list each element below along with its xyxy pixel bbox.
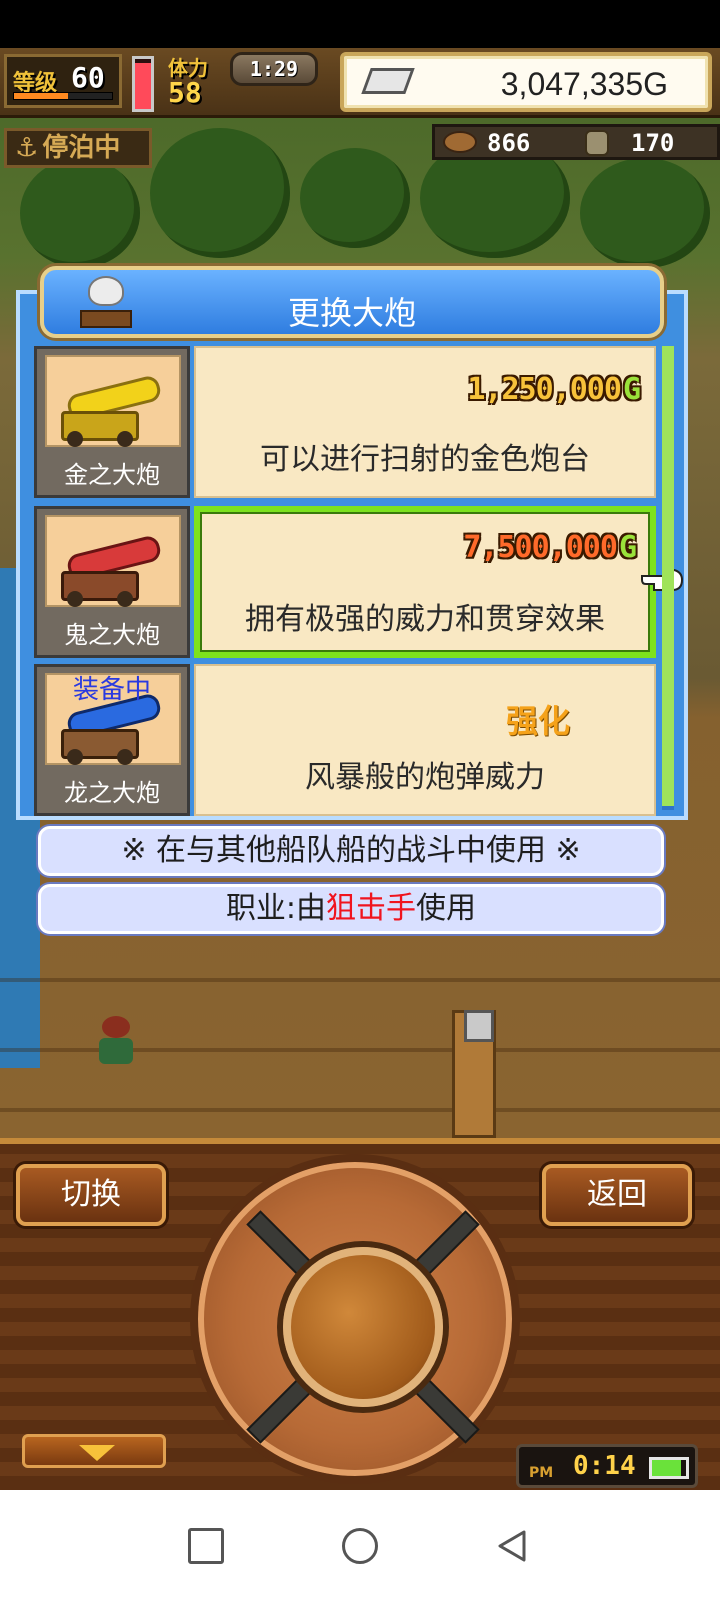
anchor-icon: ⚓ bbox=[15, 133, 39, 163]
clock-time: 0:14 bbox=[573, 1451, 636, 1481]
gold-cannon-icon bbox=[45, 355, 181, 447]
dialog-title: 更换大炮 bbox=[287, 294, 416, 332]
dpad[interactable] bbox=[190, 1154, 520, 1484]
scroll-thumb[interactable] bbox=[662, 346, 674, 806]
cannon-info[interactable]: 1,250,000G 可以进行扫射的金色炮台 bbox=[194, 346, 656, 498]
cannon-description: 风暴般的炮弹威力 bbox=[305, 760, 545, 795]
gold-bar-icon bbox=[361, 68, 415, 94]
cannon-price: 1,250,000G bbox=[467, 372, 641, 407]
deck-plank bbox=[0, 1108, 720, 1112]
cannon-thumb[interactable]: 装备中 龙之大炮 bbox=[34, 664, 190, 816]
mast-cap bbox=[464, 1010, 494, 1042]
menu-down-button[interactable] bbox=[22, 1434, 166, 1468]
dpad-center-button[interactable] bbox=[283, 1247, 443, 1407]
stamina-value: 58 bbox=[168, 76, 202, 109]
gold-value: 3,047,335G bbox=[500, 66, 668, 102]
demon-cannon-icon bbox=[45, 515, 181, 607]
status-bar bbox=[0, 0, 720, 48]
moored-label: 停泊中 bbox=[42, 133, 121, 163]
control-panel: 切换 返回 PM 0:14 bbox=[0, 1138, 720, 1490]
tree bbox=[150, 128, 290, 258]
system-navbar bbox=[0, 1490, 720, 1600]
clock-period: PM bbox=[529, 1465, 554, 1481]
cannon-name: 龙之大炮 bbox=[64, 779, 160, 807]
equipped-label: 装备中 bbox=[72, 675, 151, 705]
cannon-description: 可以进行扫射的金色炮台 bbox=[260, 442, 590, 477]
cannon-row-dragon[interactable]: 装备中 龙之大炮 强化 风暴般的炮弹威力 bbox=[34, 664, 660, 816]
game-clock: PM 0:14 bbox=[516, 1444, 698, 1488]
cannon-name: 鬼之大炮 bbox=[64, 621, 160, 649]
cannon-row-demon[interactable]: 鬼之大炮 7,500,000G 拥有极强的威力和贯穿效果 bbox=[34, 506, 660, 658]
usage-note: ※ 在与其他船队船的战斗中使用 ※ bbox=[38, 826, 664, 876]
resource-bar: 866 170 bbox=[432, 124, 720, 160]
level-box: 等级 60 bbox=[4, 54, 122, 108]
pirate-character[interactable] bbox=[96, 1016, 136, 1070]
game-timer: 1:29 bbox=[230, 52, 318, 86]
log-icon bbox=[443, 131, 477, 153]
gold-panel: 3,047,335G bbox=[340, 52, 712, 112]
tree bbox=[300, 148, 410, 248]
tree bbox=[20, 158, 140, 268]
battery-icon bbox=[649, 1457, 689, 1479]
resource1-value: 866 bbox=[487, 129, 531, 157]
triangle-down-icon bbox=[79, 1445, 115, 1461]
resource2-value: 170 bbox=[631, 129, 675, 157]
cannon-price: 7,500,000G bbox=[463, 530, 637, 565]
job-highlight: 狙击手 bbox=[326, 891, 417, 926]
level-progress-bar bbox=[13, 92, 113, 100]
job-suffix: 使用 bbox=[416, 891, 477, 926]
top-hud: 等级 60 体力 58 1:29 3,047,335G bbox=[0, 48, 720, 118]
recent-apps-button[interactable] bbox=[188, 1528, 224, 1564]
tree bbox=[580, 158, 710, 268]
cannon-name: 金之大炮 bbox=[64, 461, 160, 489]
home-button[interactable] bbox=[342, 1528, 378, 1564]
cannon-thumb[interactable]: 鬼之大炮 bbox=[34, 506, 190, 658]
back-button[interactable]: 返回 bbox=[542, 1164, 692, 1226]
job-note: 职业:由狙击手使用 bbox=[38, 884, 664, 934]
cannon-row-gold[interactable]: 金之大炮 1,250,000G 可以进行扫射的金色炮台 bbox=[34, 346, 660, 498]
stamina-bar bbox=[132, 56, 154, 112]
deck-plank bbox=[0, 978, 720, 982]
back-nav-button[interactable] bbox=[494, 1528, 530, 1564]
moored-status: ⚓ 停泊中 bbox=[4, 128, 152, 168]
coin-icon bbox=[585, 130, 609, 156]
cannon-info-selected[interactable]: 7,500,000G 拥有极强的威力和贯穿效果 bbox=[194, 506, 656, 658]
dialog-scrollbar[interactable] bbox=[662, 346, 674, 810]
cannon-description: 拥有极强的威力和贯穿效果 bbox=[245, 602, 605, 637]
dialog-header: 更换大炮 bbox=[40, 266, 664, 338]
upgrade-label[interactable]: 强化 bbox=[506, 696, 570, 742]
cannon-info[interactable]: 强化 风暴般的炮弹威力 bbox=[194, 664, 656, 816]
level-value: 60 bbox=[71, 61, 105, 94]
cannon-thumb[interactable]: 金之大炮 bbox=[34, 346, 190, 498]
switch-button[interactable]: 切换 bbox=[16, 1164, 166, 1226]
job-prefix: 职业:由 bbox=[225, 891, 327, 926]
